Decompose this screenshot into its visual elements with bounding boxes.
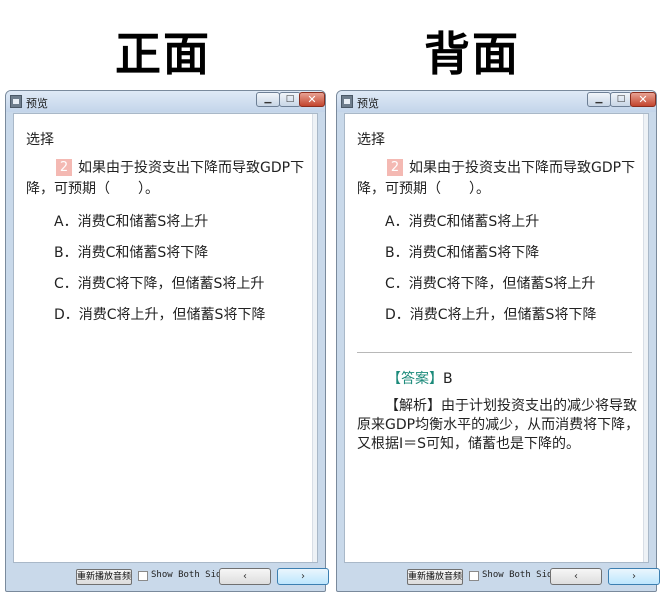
close-button[interactable]: ✕ (630, 92, 656, 107)
question: 2 如果由于投资支出下降而导致GDP下降，可预期（ ）。 (26, 158, 316, 200)
option-b: B．消费C和储蓄S将下降 (385, 245, 540, 261)
answer-value: B (443, 371, 453, 387)
question: 2 如果由于投资支出下降而导致GDP下降，可预期（ ）。 (357, 158, 647, 200)
close-icon: ✕ (638, 93, 648, 106)
analysis: 【解析】由于计划投资支出的减少将导致原来GDP均衡水平的减少，从而消费将下降，又… (357, 397, 648, 454)
back-preview-window: 预览 ▁ □ ✕ 选择 2 如果由于投资支出下降而导致GDP下降，可预期（ ）。 … (336, 90, 660, 592)
section-label: 选择 (357, 132, 385, 148)
answer-tag: 【答案】 (387, 371, 443, 387)
option-c: C．消费C将下降，但储蓄S将上升 (385, 276, 596, 292)
answer-divider (357, 352, 632, 353)
minimize-button[interactable]: ▁ (256, 92, 280, 107)
option-d: D．消费C将上升，但储蓄S将下降 (54, 307, 266, 323)
back-heading: 背面 (424, 27, 520, 81)
chevron-right-icon: › (301, 571, 305, 582)
bottom-bar: 重新播放音频 Show Both Sides ‹ › (337, 563, 660, 591)
option-b: B．消费C和储蓄S将下降 (54, 245, 209, 261)
previous-button[interactable]: ‹ (550, 568, 602, 585)
question-number: 2 (56, 159, 72, 176)
next-button[interactable]: › (277, 568, 329, 585)
previous-button[interactable]: ‹ (219, 568, 271, 585)
close-button[interactable]: ✕ (299, 92, 325, 107)
front-preview-window: 预览 ▁ □ ✕ 选择 2 如果由于投资支出下降而导致GDP下降，可预期（ ）。 … (5, 90, 329, 592)
front-heading: 正面 (115, 27, 211, 81)
show-both-sides-checkbox[interactable] (469, 571, 479, 581)
replay-audio-button[interactable]: 重新播放音频 (76, 569, 132, 585)
app-icon (10, 95, 22, 108)
answer: 【答案】B (387, 368, 453, 388)
window-title: 预览 (26, 97, 48, 110)
title-bar[interactable]: 预览 ▁ □ ✕ (6, 91, 325, 112)
option-a: A．消费C和储蓄S将上升 (385, 214, 540, 230)
option-d: D．消费C将上升，但储蓄S将下降 (385, 307, 597, 323)
show-both-sides-checkbox[interactable] (138, 571, 148, 581)
card-content: 选择 2 如果由于投资支出下降而导致GDP下降，可预期（ ）。 A．消费C和储蓄S… (13, 113, 318, 563)
app-icon (341, 95, 353, 108)
minimize-button[interactable]: ▁ (587, 92, 611, 107)
question-number: 2 (387, 159, 403, 176)
maximize-button[interactable]: □ (610, 92, 632, 107)
option-a: A．消费C和储蓄S将上升 (54, 214, 209, 230)
chevron-left-icon: ‹ (243, 571, 247, 582)
next-button[interactable]: › (608, 568, 660, 585)
chevron-left-icon: ‹ (574, 571, 578, 582)
close-icon: ✕ (307, 93, 317, 106)
chevron-right-icon: › (632, 571, 636, 582)
maximize-button[interactable]: □ (279, 92, 301, 107)
option-c: C．消费C将下降，但储蓄S将上升 (54, 276, 265, 292)
section-label: 选择 (26, 132, 54, 148)
bottom-bar: 重新播放音频 Show Both Sides ‹ › (6, 563, 329, 591)
analysis-tag: 【解析】 (385, 398, 441, 414)
card-content: 选择 2 如果由于投资支出下降而导致GDP下降，可预期（ ）。 A．消费C和储蓄S… (344, 113, 649, 563)
title-bar[interactable]: 预览 ▁ □ ✕ (337, 91, 656, 112)
window-title: 预览 (357, 97, 379, 110)
replay-audio-button[interactable]: 重新播放音频 (407, 569, 463, 585)
